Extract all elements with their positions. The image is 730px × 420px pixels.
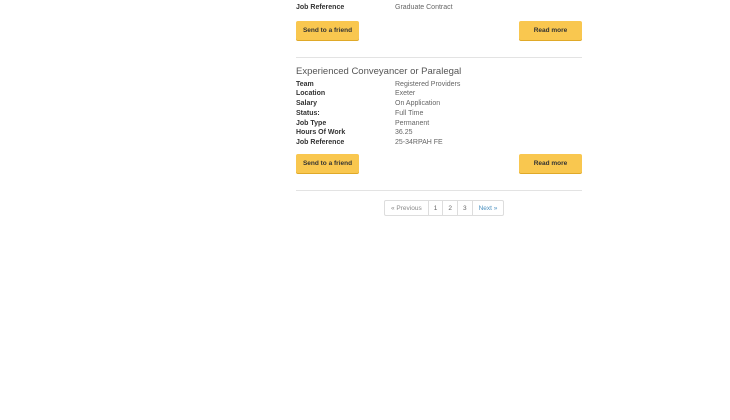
job-card-2: Experienced Conveyancer or Paralegal Tea… <box>296 58 582 173</box>
pagination-page-1[interactable]: 1 <box>429 201 444 215</box>
job-field-row: Location Exeter <box>296 89 582 99</box>
pagination-next[interactable]: Next » <box>473 201 504 215</box>
field-label: Salary <box>296 100 318 108</box>
job-field-row: Team Registered Providers <box>296 80 582 90</box>
job-field-row: Job Reference 25-34RPAH FE <box>296 138 582 148</box>
field-label: Job Reference <box>296 4 345 11</box>
read-more-button[interactable]: Read more <box>519 153 582 173</box>
field-value: Permanent <box>395 119 430 127</box>
job-card-1: Job Reference Graduate Contract Send to … <box>296 0 582 40</box>
field-label: Location <box>296 90 326 98</box>
job-field-row: Hours Of Work 36.25 <box>296 128 582 138</box>
job-listings: Job Reference Graduate Contract Send to … <box>296 0 582 191</box>
job-field-row: Job Type Permanent <box>296 119 582 129</box>
job-field-row: Salary On Application <box>296 99 582 109</box>
field-label: Status: <box>296 109 320 117</box>
field-value: Exeter <box>395 90 416 98</box>
field-value: Full Time <box>395 109 424 117</box>
job-field-row: Job Reference Graduate Contract <box>296 3 582 13</box>
field-label: Job Type <box>296 119 327 127</box>
send-to-friend-button[interactable]: Send to a friend <box>296 153 359 173</box>
field-label: Hours Of Work <box>296 129 346 137</box>
job-field-row: Status: Full Time <box>296 109 582 119</box>
pagination-page-2[interactable]: 2 <box>443 201 458 215</box>
pagination-previous[interactable]: « Previous <box>385 201 429 215</box>
pagination: « Previous 1 2 3 Next » <box>384 200 505 216</box>
field-value: Registered Providers <box>395 80 461 88</box>
field-label: Job Reference <box>296 138 345 146</box>
field-value: Graduate Contract <box>395 4 453 11</box>
divider <box>296 189 582 191</box>
pagination-page-3[interactable]: 3 <box>458 201 473 215</box>
read-more-button[interactable]: Read more <box>519 20 582 40</box>
field-label: Team <box>296 80 314 88</box>
field-value: On Application <box>395 100 441 108</box>
field-value: 36.25 <box>395 129 413 137</box>
send-to-friend-button[interactable]: Send to a friend <box>296 20 359 40</box>
field-value: 25-34RPAH FE <box>395 138 443 146</box>
job-title[interactable]: Experienced Conveyancer or Paralegal <box>296 66 582 77</box>
